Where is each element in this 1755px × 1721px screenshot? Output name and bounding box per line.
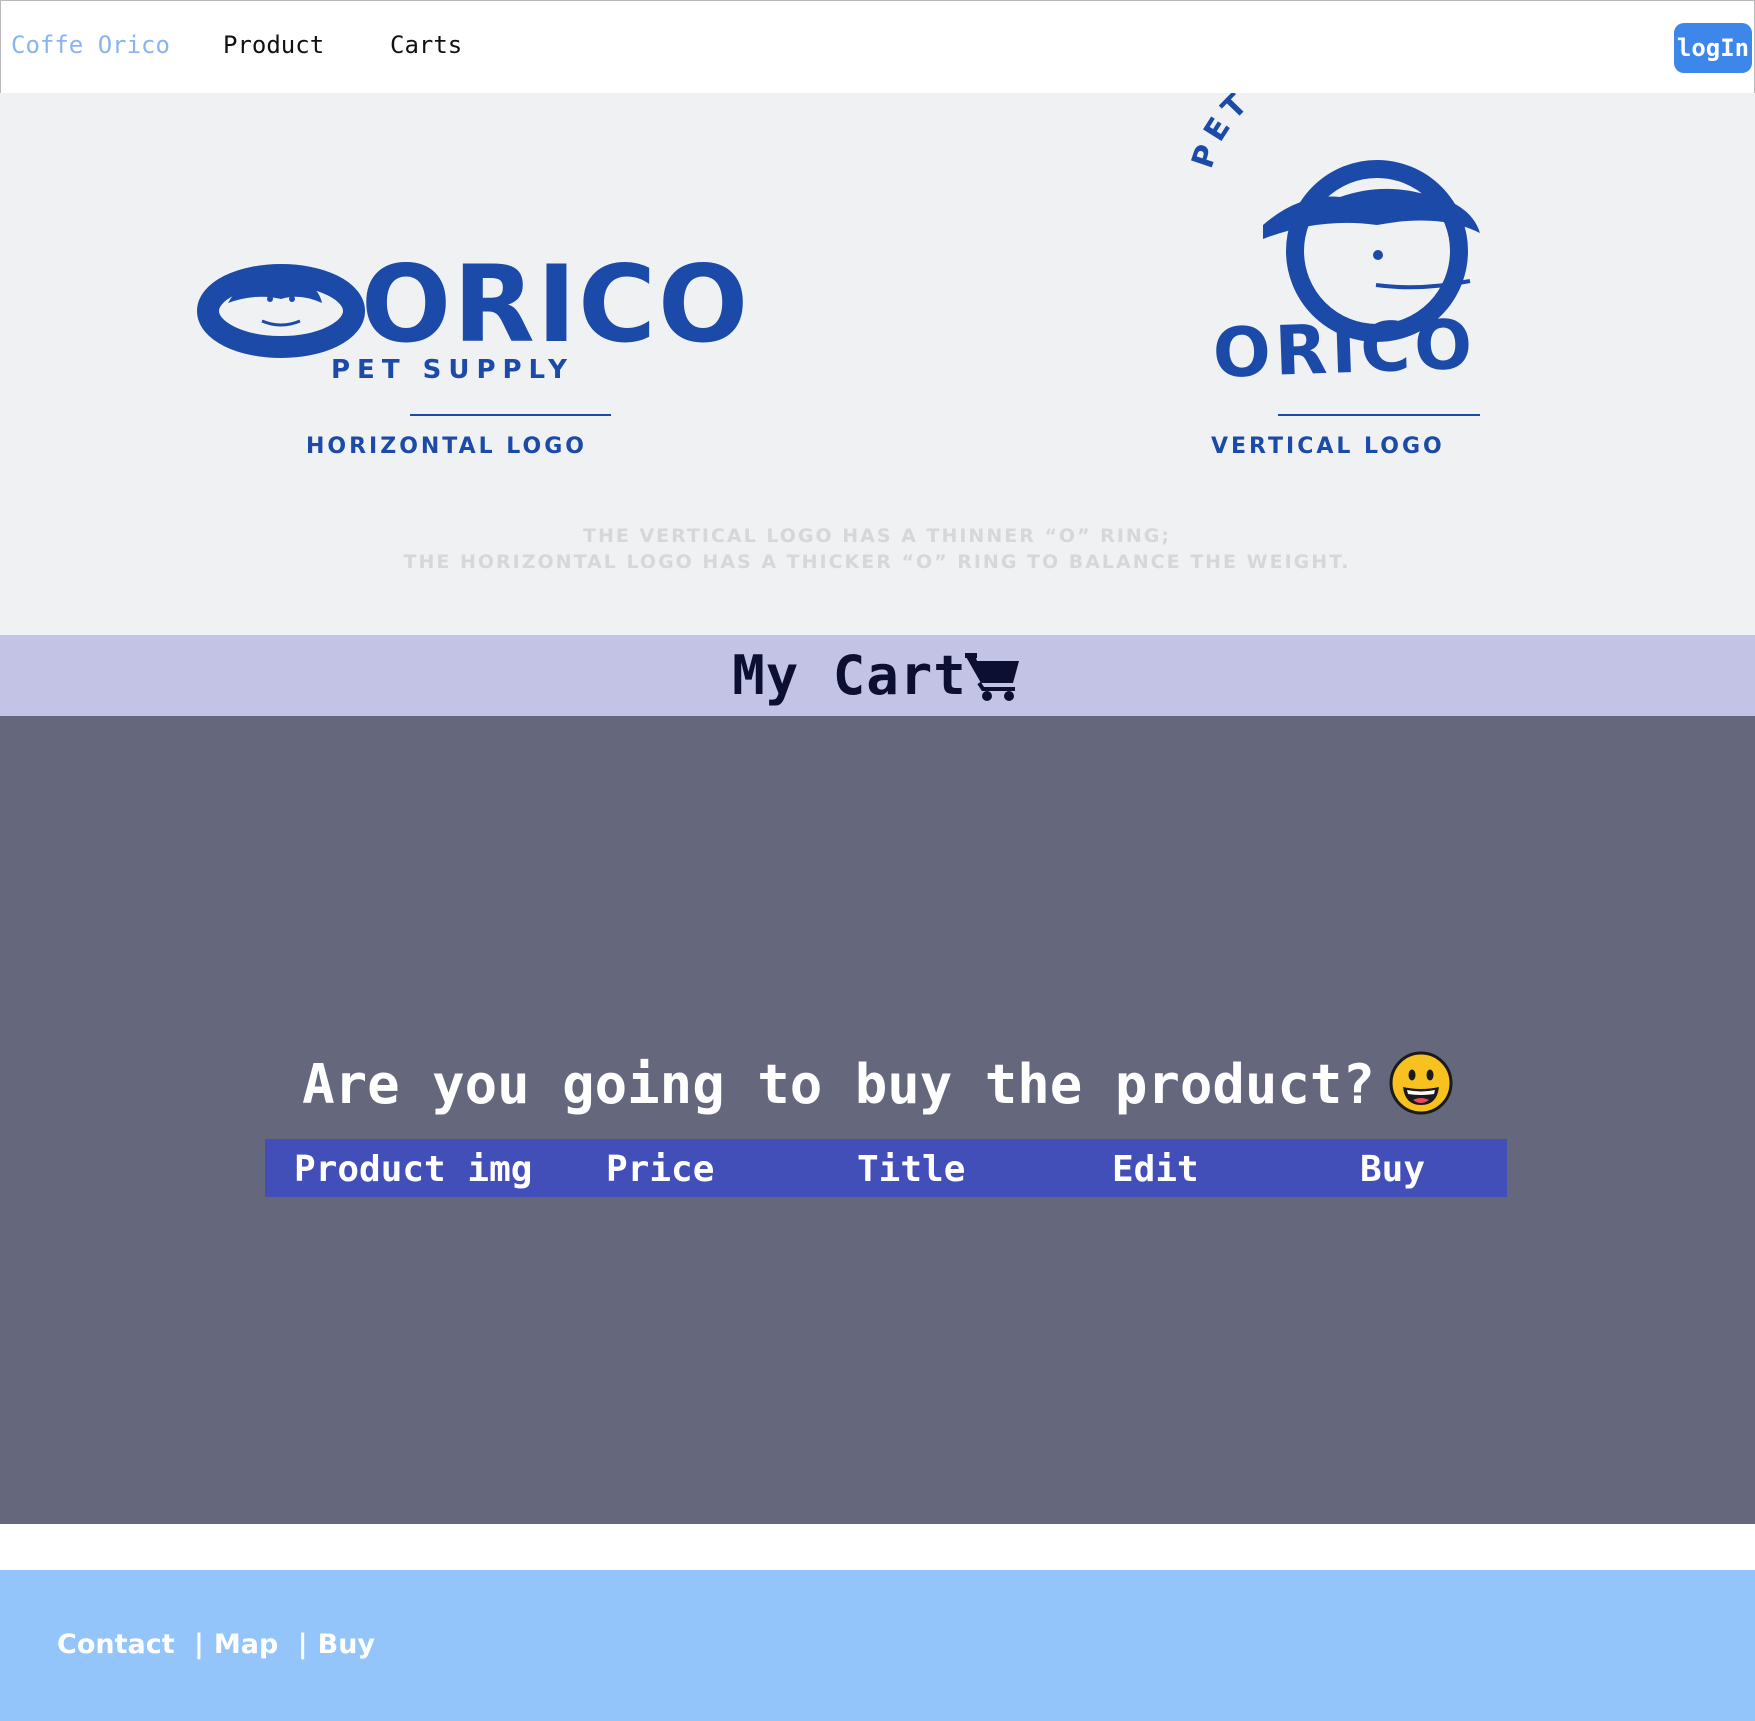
column-header-product-img: Product img xyxy=(294,1149,533,1190)
svg-text:PET SUPPLY: PET SUPPLY xyxy=(1185,93,1425,173)
footer-link-map[interactable]: Map xyxy=(214,1629,278,1660)
logo-banner-image: ORICO PET SUPPLY HORIZONTAL LOGO PET SUP… xyxy=(197,93,1480,573)
horizontal-logo-wordmark: ORICO xyxy=(361,243,750,366)
vertical-logo-caption: VERTICAL LOGO xyxy=(1211,434,1445,459)
vertical-logo: PET SUPPLY ORICO VERTICAL LOGO xyxy=(1185,93,1480,459)
column-header-price: Price xyxy=(606,1149,715,1190)
brand-link[interactable]: Coffe Orico xyxy=(11,31,170,59)
horizontal-logo: ORICO PET SUPPLY HORIZONTAL LOGO xyxy=(197,243,750,459)
purchase-question: Are you going to buy the product? xyxy=(0,1051,1755,1116)
nav-link-carts[interactable]: Carts xyxy=(390,31,462,59)
cart-body: Are you going to buy the product? Produc… xyxy=(0,716,1755,1524)
vertical-logo-wordmark: ORICO xyxy=(1212,306,1478,394)
footer-links: Contact | Map | Buy xyxy=(57,1629,375,1660)
logo-banner: ORICO PET SUPPLY HORIZONTAL LOGO PET SUP… xyxy=(0,93,1755,635)
column-header-edit: Edit xyxy=(1112,1149,1199,1190)
footer-link-contact[interactable]: Contact xyxy=(57,1629,175,1660)
banner-note-line-2: THE HORIZONTAL LOGO HAS A THICKER “O” RI… xyxy=(404,551,1351,573)
purchase-question-text: Are you going to buy the product? xyxy=(302,1053,1375,1116)
column-header-buy: Buy xyxy=(1360,1149,1426,1190)
column-header-title: Title xyxy=(857,1149,966,1190)
horizontal-logo-subtitle: PET SUPPLY xyxy=(331,355,574,385)
cart-table-header: Product img Price Title Edit Buy xyxy=(265,1139,1507,1197)
cart-title: My Cart xyxy=(732,644,967,707)
vertical-logo-arc-text: PET SUPPLY xyxy=(1185,93,1419,173)
grinning-face-emoji-icon xyxy=(1389,1051,1453,1115)
nav-link-product[interactable]: Product xyxy=(223,31,324,59)
footer-separator: | xyxy=(297,1629,308,1660)
horizontal-logo-caption: HORIZONTAL LOGO xyxy=(306,434,587,459)
footer: Contact | Map | Buy xyxy=(0,1570,1755,1721)
footer-separator: | xyxy=(194,1629,204,1660)
footer-link-buy[interactable]: Buy xyxy=(318,1629,375,1660)
cart-header: My Cart xyxy=(0,635,1755,716)
shopping-cart-icon xyxy=(964,652,1019,701)
login-button[interactable]: logIn xyxy=(1674,23,1752,73)
top-navbar: Coffe Orico Product Carts logIn xyxy=(0,0,1755,94)
banner-note-line-1: THE VERTICAL LOGO HAS A THINNER “O” RING… xyxy=(583,525,1171,547)
